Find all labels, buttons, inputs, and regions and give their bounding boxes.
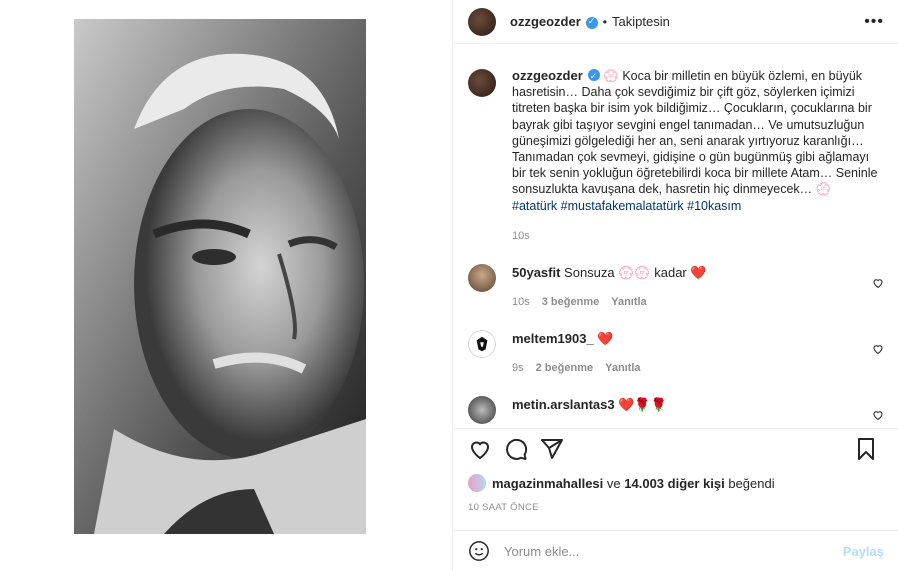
- comment-meta: 9s 2 beğenme Yanıtla: [512, 360, 852, 376]
- caption-username[interactable]: ozzgeozder: [512, 68, 583, 83]
- comment-time[interactable]: 10s: [512, 294, 530, 310]
- caption-hashtags: #atatürk #mustafakemalatatürk #10kasım: [512, 198, 884, 214]
- comment-body: 50yasfit Sonsuza 💮💮 kadar ❤️ 10s 3 beğen…: [512, 265, 852, 310]
- post-photo[interactable]: [74, 19, 366, 534]
- caption-block: ozzgeozder 💮 Koca bir milletin en büyük …: [468, 57, 884, 244]
- author-username[interactable]: ozzgeozder: [510, 14, 581, 29]
- separator-dot: •: [602, 14, 607, 29]
- reply-button[interactable]: Yanıtla: [605, 360, 640, 376]
- comment-username[interactable]: meltem1903_: [512, 331, 594, 346]
- comment-icon[interactable]: [504, 437, 528, 461]
- caption-time[interactable]: 10s: [512, 228, 884, 244]
- more-options-icon[interactable]: •••: [864, 13, 884, 31]
- comment-item: metin.arslantas3 ❤️🌹🌹: [468, 392, 884, 425]
- heart-icon[interactable]: [468, 437, 492, 461]
- likes-connector: ve: [606, 475, 621, 491]
- comment-like-heart-icon[interactable]: [872, 277, 884, 289]
- comment-avatar[interactable]: [468, 330, 496, 359]
- comment-body: meltem1903_ ❤️ 9s 2 beğenme Yanıtla: [512, 331, 852, 376]
- comment-item: meltem1903_ ❤️ 9s 2 beğenme Yanıtla: [468, 326, 884, 376]
- liker-username[interactable]: magazinmahallesi: [492, 476, 603, 491]
- hashtag-link[interactable]: #10kasım: [687, 199, 741, 213]
- smiley-icon[interactable]: [468, 540, 490, 562]
- comment-body: metin.arslantas3 ❤️🌹🌹: [512, 397, 852, 424]
- post-detail-panel: ozzgeozder • Takiptesin ••• ozzgeozder 💮…: [454, 0, 898, 571]
- liker-avatar[interactable]: [468, 474, 486, 492]
- eagle-crest-icon: [476, 336, 488, 352]
- hashtag-link[interactable]: #atatürk: [512, 199, 557, 213]
- post-media-area: [0, 0, 453, 571]
- comment-username[interactable]: 50yasfit: [512, 265, 560, 280]
- comment-likes[interactable]: 2 beğenme: [536, 360, 593, 376]
- caption-body: ozzgeozder 💮 Koca bir milletin en büyük …: [512, 68, 884, 244]
- comment-compose-bar: Paylaş: [454, 530, 898, 571]
- caption-avatar[interactable]: [468, 69, 496, 97]
- comment-text: ❤️🌹🌹: [618, 397, 667, 413]
- reply-button[interactable]: Yanıtla: [611, 294, 646, 310]
- caption-text: 💮 Koca bir milletin en büyük özlemi, en …: [512, 69, 878, 197]
- bookmark-icon[interactable]: [854, 437, 878, 461]
- paper-plane-icon[interactable]: [540, 437, 564, 461]
- likes-summary: magazinmahallesi ve 14.003 diğer kişi be…: [468, 474, 775, 492]
- verified-badge-icon: [587, 68, 600, 84]
- post-header: ozzgeozder • Takiptesin •••: [454, 0, 898, 44]
- comment-item: 50yasfit Sonsuza 💮💮 kadar ❤️ 10s 3 beğen…: [468, 260, 884, 310]
- verified-badge-icon: [585, 16, 598, 29]
- comment-text: Sonsuza 💮💮 kadar ❤️: [564, 265, 707, 281]
- likes-count-link[interactable]: 14.003 diğer kişi: [624, 476, 724, 491]
- comments-scroll-area[interactable]: ozzgeozder 💮 Koca bir milletin en büyük …: [454, 57, 898, 427]
- comment-like-heart-icon[interactable]: [872, 343, 884, 355]
- comment-time[interactable]: 9s: [512, 360, 524, 376]
- post-timestamp[interactable]: 10 SAAT ÖNCE: [468, 502, 539, 513]
- comment-input[interactable]: [504, 543, 824, 559]
- comment-avatar[interactable]: [468, 396, 496, 425]
- hashtag-link[interactable]: #mustafakemalatatürk: [561, 199, 684, 213]
- comment-username[interactable]: metin.arslantas3: [512, 397, 615, 412]
- portrait-image: [74, 19, 366, 534]
- comment-like-heart-icon[interactable]: [872, 409, 884, 421]
- follow-status-button[interactable]: Takiptesin: [612, 14, 670, 29]
- comment-text: ❤️: [597, 331, 614, 347]
- likes-suffix: beğendi: [728, 475, 775, 491]
- share-comment-button[interactable]: Paylaş: [843, 544, 884, 559]
- post-actions-bar: [454, 428, 898, 468]
- comment-likes[interactable]: 3 beğenme: [542, 294, 599, 310]
- comment-meta: 10s 3 beğenme Yanıtla: [512, 294, 852, 310]
- comment-avatar[interactable]: [468, 264, 496, 293]
- author-avatar[interactable]: [468, 7, 496, 36]
